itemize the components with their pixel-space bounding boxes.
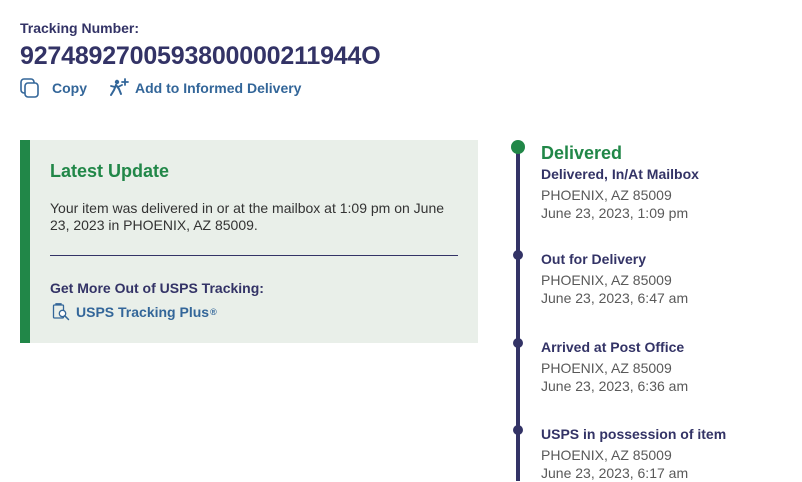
registered-mark: ® [210,307,217,317]
timeline-event: Arrived at Post Office PHOENIX, AZ 85009… [541,338,791,395]
copy-label: Copy [52,80,87,96]
event-detail: Delivered, In/At Mailbox [541,166,699,182]
informed-delivery-label: Add to Informed Delivery [135,80,302,96]
tracking-plus-label: USPS Tracking Plus [76,304,210,320]
event-status: USPS in possession of item [541,426,727,442]
timeline-event: Out for Delivery PHOENIX, AZ 85009 June … [541,250,791,307]
usps-tracking-plus-link[interactable]: USPS Tracking Plus ® [52,303,217,321]
event-datetime: June 23, 2023, 1:09 pm [541,205,689,221]
event-status: Arrived at Post Office [541,339,685,355]
event-location: PHOENIX, AZ 85009 [541,272,672,288]
timeline-dot [513,338,523,348]
timeline-dot [513,425,523,435]
add-to-informed-delivery-link[interactable]: Add to Informed Delivery [109,78,301,98]
event-location: PHOENIX, AZ 85009 [541,360,672,376]
event-status: Out for Delivery [541,251,647,267]
tracking-number-label: Tracking Number: [20,20,140,36]
event-location: PHOENIX, AZ 85009 [541,187,672,203]
tracking-header: Tracking Number: 92748927005938000002119… [20,20,381,99]
divider [50,255,458,256]
event-datetime: June 23, 2023, 6:47 am [541,290,689,306]
tracking-number: 9274892700593800000211944O [20,42,381,70]
get-more-title: Get More Out of USPS Tracking: [50,280,264,296]
event-datetime: June 23, 2023, 6:36 am [541,378,689,394]
event-status: Delivered [541,143,623,163]
event-location: PHOENIX, AZ 85009 [541,447,672,463]
tracking-actions: Copy Add to Informed Delivery [20,77,380,99]
tracking-plus-icon [52,303,70,321]
timeline-event: Delivered Delivered, In/At Mailbox PHOEN… [541,142,791,222]
latest-update-card: Latest Update Your item was delivered in… [20,140,478,343]
informed-delivery-icon [109,78,129,98]
timeline-event: USPS in possession of item PHOENIX, AZ 8… [541,425,791,482]
timeline-dot-delivered [511,140,525,154]
copy-icon [20,78,40,98]
copy-button[interactable]: Copy [20,78,87,98]
latest-update-title: Latest Update [50,161,170,181]
latest-update-text: Your item was delivered in or at the mai… [50,200,445,233]
event-datetime: June 23, 2023, 6:17 am [541,465,689,481]
timeline-dot [513,250,523,260]
